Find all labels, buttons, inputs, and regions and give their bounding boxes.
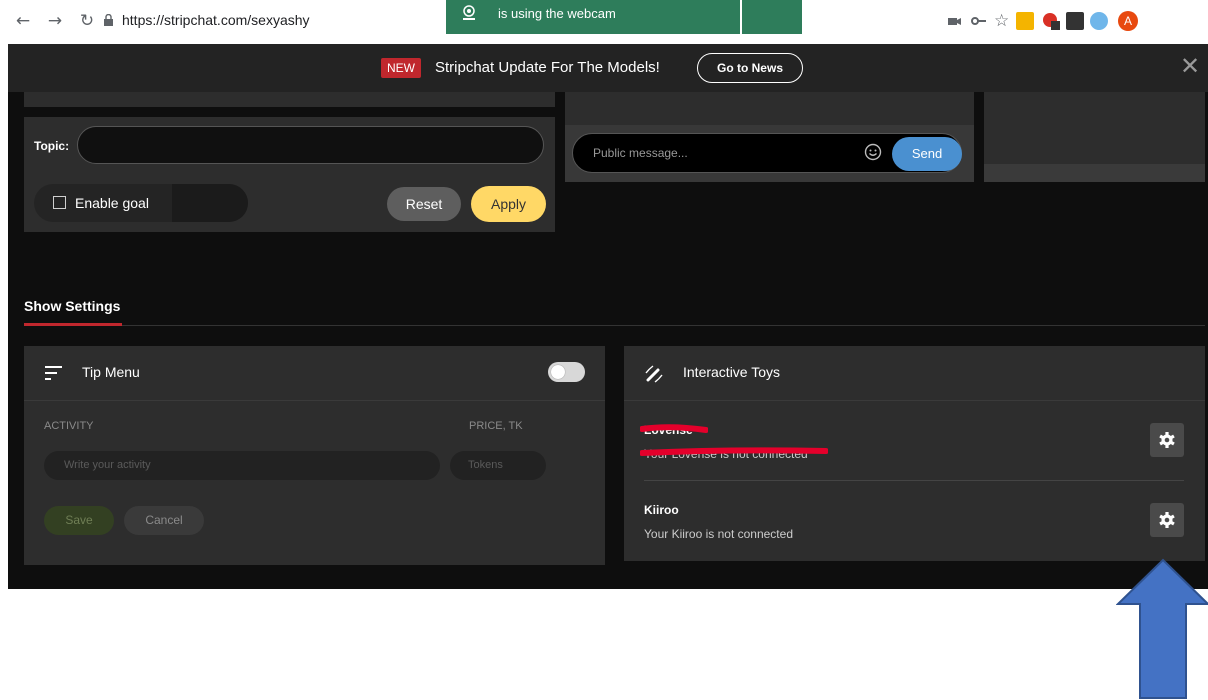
gear-icon (1159, 512, 1175, 528)
toy-divider (644, 480, 1184, 481)
star-icon[interactable]: ☆ (994, 12, 1012, 30)
right-panel-strip (984, 164, 1205, 182)
send-button[interactable]: Send (892, 137, 962, 171)
topic-label: Topic: (34, 139, 70, 153)
close-icon[interactable]: ✕ (1178, 54, 1202, 78)
forward-icon[interactable]: → (44, 10, 66, 32)
lovense-settings-button[interactable] (1150, 423, 1184, 457)
toy-name: Kiiroo (644, 503, 679, 517)
webcam-notification-dropdown[interactable] (742, 0, 802, 34)
key-icon[interactable] (970, 12, 988, 30)
tip-menu-title: Tip Menu (82, 364, 140, 380)
back-icon[interactable]: ← (12, 10, 34, 32)
extension-yellow-icon[interactable] (1016, 12, 1034, 30)
emoji-icon[interactable] (864, 143, 882, 161)
toys-header-divider (624, 400, 1205, 401)
webcam-icon (463, 5, 475, 20)
price-column-header: PRICE, TK (469, 420, 523, 432)
camera-indicator-icon[interactable] (946, 12, 964, 30)
profile-avatar[interactable]: A (1118, 11, 1138, 31)
goal-amount-field[interactable] (172, 184, 248, 222)
activity-input[interactable]: Write your activity (44, 451, 440, 480)
enable-goal-label: Enable goal (75, 195, 149, 211)
new-badge: NEW (381, 58, 421, 78)
go-to-news-button[interactable]: Go to News (697, 53, 803, 83)
right-panel (984, 92, 1205, 164)
toy-status: Your Kiiroo is not connected (644, 527, 793, 541)
kiiroo-settings-button[interactable] (1150, 503, 1184, 537)
reload-icon[interactable]: ↻ (76, 10, 98, 32)
toggle-knob (551, 365, 565, 379)
cancel-button[interactable]: Cancel (124, 506, 204, 535)
extension-red-icon[interactable] (1042, 12, 1060, 30)
gear-icon (1159, 432, 1175, 448)
address-bar-url[interactable]: https://stripchat.com/sexyashy (122, 12, 310, 28)
tip-menu-header-divider (24, 400, 605, 401)
extension-check-icon[interactable] (1066, 12, 1084, 30)
toy-vibe-icon (645, 365, 663, 383)
show-settings-tab[interactable]: Show Settings (24, 298, 120, 314)
webcam-notification-text: is using the webcam (498, 6, 616, 21)
lock-icon (104, 14, 113, 26)
redaction-scribble (640, 447, 828, 456)
active-tab-underline (24, 323, 122, 326)
banner-text: Stripchat Update For The Models! (435, 59, 660, 76)
panel-strip (24, 92, 555, 107)
enable-goal-checkbox[interactable] (53, 196, 66, 209)
extension-blue-icon[interactable] (1090, 12, 1108, 30)
interactive-toys-title: Interactive Toys (683, 364, 781, 380)
redaction-scribble (640, 424, 708, 433)
save-button[interactable]: Save (44, 506, 114, 535)
topic-input[interactable] (77, 126, 544, 164)
apply-button[interactable]: Apply (471, 186, 546, 222)
reset-button[interactable]: Reset (387, 187, 461, 221)
menu-list-icon (45, 366, 62, 380)
tokens-input[interactable]: Tokens (450, 451, 546, 480)
annotation-arrow-icon (1116, 558, 1208, 699)
activity-column-header: ACTIVITY (44, 420, 94, 432)
public-message-placeholder: Public message... (593, 146, 688, 160)
section-divider (24, 325, 1205, 326)
